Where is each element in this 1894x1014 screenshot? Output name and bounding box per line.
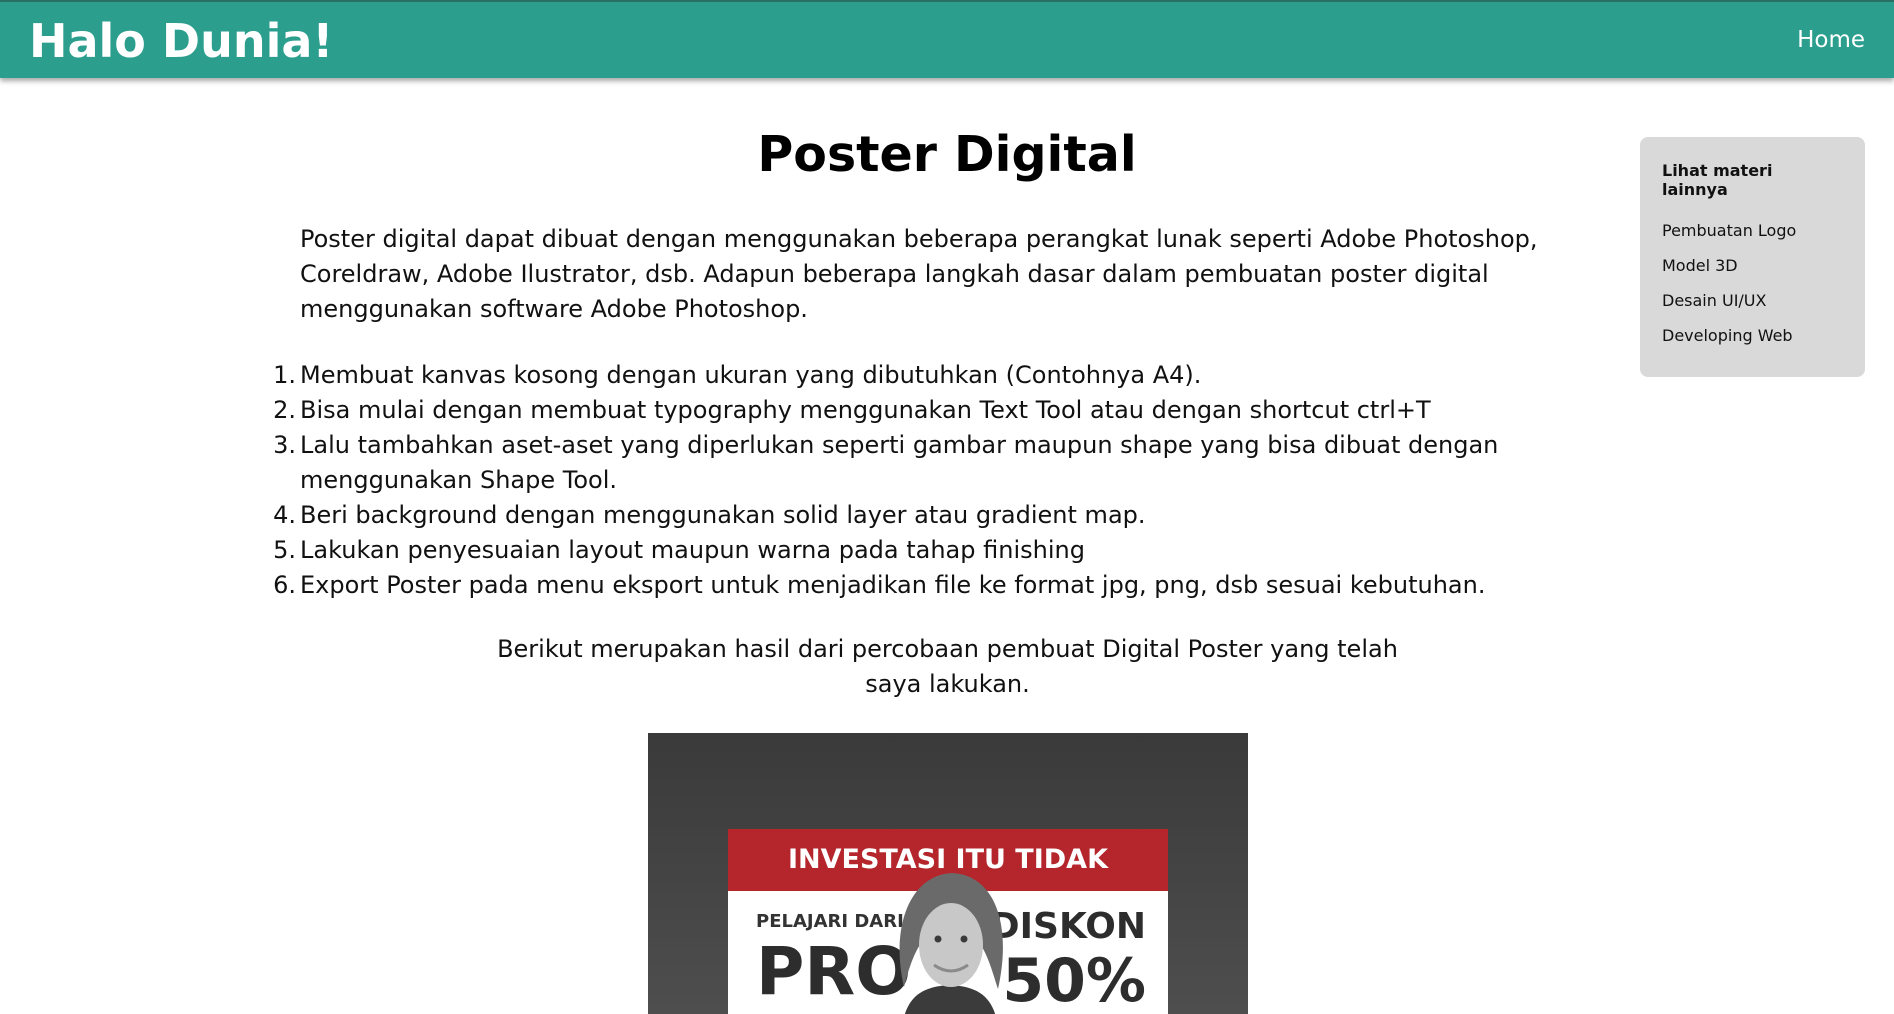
page-title: Poster Digital <box>757 126 1137 183</box>
list-number: 4. <box>273 501 296 529</box>
sidebar: Lihat materi lainnya Pembuatan Logo Mode… <box>1640 137 1865 377</box>
sidebar-link-desain-ui-ux[interactable]: Desain UI/UX <box>1662 283 1843 318</box>
poster-person-photo <box>899 873 1003 1014</box>
site-brand[interactable]: Halo Dunia! <box>29 18 333 64</box>
list-item: 3. Lalu tambahkan aset-aset yang diperluk… <box>273 428 1570 498</box>
list-item-text: Membuat kanvas kosong dengan ukuran yang… <box>300 361 1202 389</box>
list-item-text: Export Poster pada menu eksport untuk me… <box>300 571 1486 599</box>
sidebar-heading: Lihat materi lainnya <box>1662 161 1773 199</box>
list-item: 1. Membuat kanvas kosong dengan ukuran ya… <box>273 358 1570 393</box>
intro-paragraph: Poster digital dapat dibuat dengan mengg… <box>300 225 1538 323</box>
steps-list: 1. Membuat kanvas kosong dengan ukuran ya… <box>273 358 1570 603</box>
result-paragraph: Berikut merupakan hasil dari percobaan p… <box>497 635 1398 698</box>
list-item: 2. Bisa mulai dengan membuat typography m… <box>273 393 1570 428</box>
list-item-text: Lakukan penyesuaian layout maupun warna … <box>300 536 1085 564</box>
poster-card: INVESTASI ITU TIDAK MUDAH! PELAJARI DARI… <box>728 829 1168 1014</box>
list-item: 4. Beri background dengan menggunakan sol… <box>273 498 1570 533</box>
sidebar-link-pembuatan-logo[interactable]: Pembuatan Logo <box>1662 213 1843 248</box>
navbar: Halo Dunia! Home <box>0 0 1894 78</box>
list-item-text: Beri background dengan menggunakan solid… <box>300 501 1146 529</box>
poster-percent-text: 50% <box>1002 946 1146 1014</box>
poster-image: INVESTASI ITU TIDAK MUDAH! PELAJARI DARI… <box>648 733 1248 1014</box>
list-item: 5. Lakukan penyesuaian layout maupun warn… <box>273 533 1570 568</box>
sidebar-link-model-3d[interactable]: Model 3D <box>1662 248 1843 283</box>
list-number: 6. <box>273 571 296 599</box>
list-number: 5. <box>273 536 296 564</box>
nav-home-link[interactable]: Home <box>1797 29 1865 52</box>
list-item: 6. Export Poster pada menu eksport untuk … <box>273 568 1570 603</box>
list-number: 1. <box>273 361 296 389</box>
list-item-text: Bisa mulai dengan membuat typography men… <box>300 396 1431 424</box>
list-item-text: Lalu tambahkan aset-aset yang diperlukan… <box>300 431 1499 494</box>
list-number: 2. <box>273 396 296 424</box>
list-number: 3. <box>273 431 296 459</box>
sidebar-link-developing-web[interactable]: Developing Web <box>1662 318 1843 353</box>
